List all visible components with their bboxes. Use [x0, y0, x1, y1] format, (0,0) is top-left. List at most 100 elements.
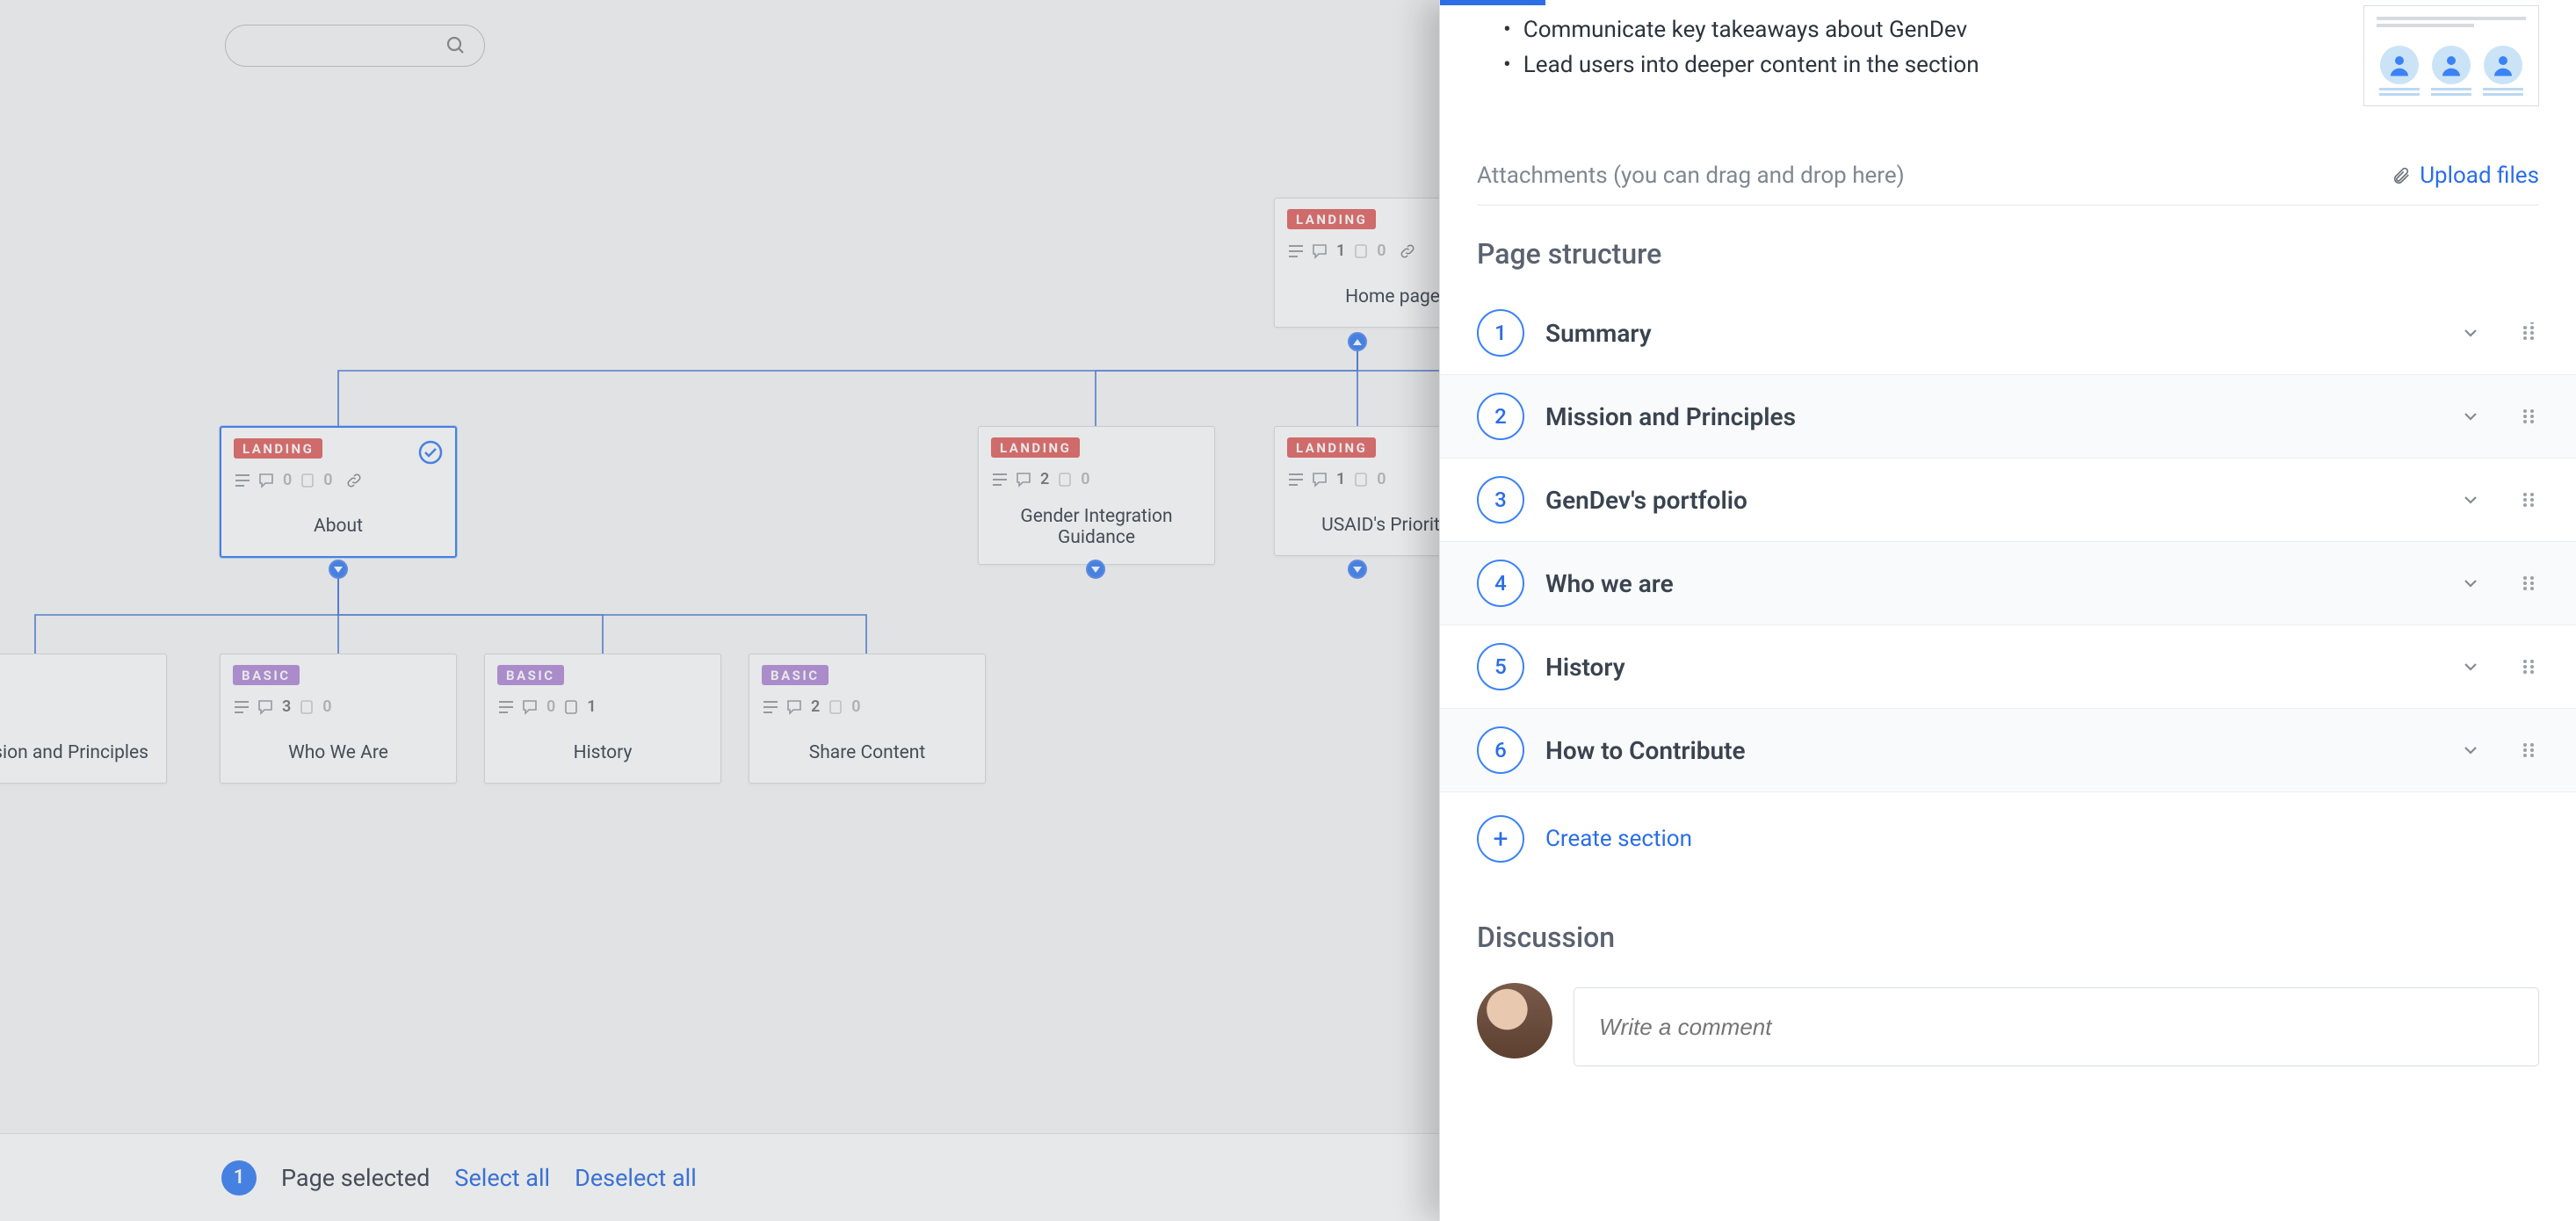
- node-history[interactable]: BASIC 0 1 History: [484, 654, 721, 784]
- search-input-wrap[interactable]: [225, 25, 485, 67]
- section-title: Summary: [1545, 319, 1652, 348]
- node-badge: BASIC: [762, 665, 829, 685]
- link-icon: [1399, 243, 1416, 259]
- chevron-down-icon[interactable]: [2460, 740, 2481, 761]
- attachment-count: 1: [587, 697, 596, 716]
- content-icon: [233, 699, 250, 715]
- node-share-content[interactable]: BASIC 2 0 Share Content: [749, 654, 986, 784]
- drag-handle-icon[interactable]: [2518, 740, 2539, 761]
- goal-item: Lead users into deeper content in the se…: [1503, 47, 2363, 83]
- node-meta: 0 1: [485, 685, 720, 716]
- port-home-bottom[interactable]: [1348, 332, 1367, 351]
- person-icon: [2484, 46, 2522, 84]
- comments-icon: [1312, 243, 1329, 259]
- node-meta: 3 0: [221, 685, 456, 716]
- select-all-button[interactable]: Select all: [454, 1164, 550, 1192]
- section-number: 2: [1477, 393, 1524, 440]
- port-about-bottom[interactable]: [329, 560, 348, 579]
- section-number: 4: [1477, 560, 1524, 607]
- node-gender-integration[interactable]: LANDING 2 0 Gender Integration Guidance: [978, 426, 1215, 565]
- section-number: 5: [1477, 643, 1524, 690]
- deselect-all-button[interactable]: Deselect all: [575, 1164, 697, 1192]
- section-title: How to Contribute: [1545, 736, 1746, 765]
- section-number: 1: [1477, 309, 1524, 357]
- comments-count: 1: [1336, 470, 1345, 488]
- port-usaid-bottom[interactable]: [1348, 560, 1367, 579]
- node-who-we-are[interactable]: BASIC 3 0 Who We Are: [220, 654, 457, 784]
- chevron-down-icon[interactable]: [2460, 656, 2481, 677]
- attachment-count: 0: [322, 697, 331, 716]
- page-structure-heading: Page structure: [1440, 206, 2576, 292]
- selected-count-badge: 1: [221, 1160, 257, 1196]
- attachments-row[interactable]: Attachments (you can drag and drop here)…: [1477, 147, 2539, 206]
- comments-icon: [258, 473, 276, 488]
- create-section-button[interactable]: + Create section: [1440, 792, 2576, 885]
- content-icon: [991, 472, 1009, 488]
- comments-icon: [257, 699, 275, 715]
- port-gender-bottom[interactable]: [1086, 560, 1105, 579]
- section-number: 3: [1477, 476, 1524, 524]
- node-title: About: [221, 489, 455, 556]
- page-detail-panel: Communicate key takeaways about GenDev L…: [1439, 0, 2576, 1221]
- attachments-label: Attachments (you can drag and drop here): [1477, 163, 1905, 189]
- comments-count: 2: [1040, 470, 1049, 488]
- comment-input-wrap[interactable]: [1574, 987, 2539, 1066]
- section-row[interactable]: 1 Summary: [1440, 292, 2576, 375]
- drag-handle-icon[interactable]: [2518, 489, 2539, 510]
- node-badge: LANDING: [234, 438, 322, 459]
- attachment-icon: [299, 473, 316, 488]
- create-section-label: Create section: [1545, 826, 1692, 852]
- node-badge: BASIC: [497, 665, 564, 685]
- goal-item: Communicate key takeaways about GenDev: [1503, 12, 2363, 47]
- section-row[interactable]: 5 History: [1440, 625, 2576, 709]
- section-row[interactable]: 4 Who we are: [1440, 542, 2576, 625]
- link-icon: [345, 473, 363, 488]
- node-about[interactable]: LANDING 0 0 About: [220, 426, 457, 558]
- page-goals-list: Communicate key takeaways about GenDev L…: [1477, 12, 2363, 83]
- attachment-count: 0: [323, 471, 332, 489]
- section-title: History: [1545, 653, 1625, 682]
- content-icon: [1287, 472, 1305, 488]
- plus-icon: +: [1477, 815, 1524, 863]
- person-icon: [2432, 46, 2471, 84]
- node-meta: 2 0: [749, 685, 985, 716]
- node-title: ssion and Principles: [0, 716, 166, 783]
- comments-icon: [786, 699, 804, 715]
- drag-handle-icon[interactable]: [2518, 322, 2539, 343]
- comments-count: 0: [546, 697, 555, 716]
- node-badge: BASIC: [233, 665, 300, 685]
- comment-input[interactable]: [1599, 1014, 2514, 1041]
- section-row[interactable]: 6 How to Contribute: [1440, 709, 2576, 792]
- attachment-icon: [1352, 472, 1370, 488]
- chevron-down-icon[interactable]: [2460, 322, 2481, 343]
- chevron-down-icon[interactable]: [2460, 489, 2481, 510]
- content-icon: [497, 699, 515, 715]
- user-avatar[interactable]: [1477, 983, 1552, 1058]
- node-meta: 2 0: [979, 458, 1214, 488]
- node-title: Share Content: [749, 716, 985, 783]
- paperclip-icon: [2391, 166, 2411, 185]
- node-mission[interactable]: IC 3 0 ssion and Principles: [0, 654, 167, 784]
- section-row[interactable]: 3 GenDev's portfolio: [1440, 459, 2576, 542]
- comments-icon: [522, 699, 539, 715]
- content-icon: [762, 699, 779, 715]
- comments-count: 1: [1336, 242, 1345, 260]
- attachment-icon: [1056, 472, 1074, 488]
- section-title: Who we are: [1545, 569, 1674, 598]
- chevron-down-icon[interactable]: [2460, 573, 2481, 594]
- page-template-thumbnail[interactable]: [2363, 5, 2539, 106]
- attachment-icon: [1352, 243, 1370, 259]
- page-structure-list: 1 Summary 2 Mission and Principles 3 Gen…: [1440, 292, 2576, 792]
- drag-handle-icon[interactable]: [2518, 656, 2539, 677]
- chevron-down-icon[interactable]: [2460, 406, 2481, 427]
- upload-files-button[interactable]: Upload files: [2391, 163, 2539, 189]
- node-badge: LANDING: [1287, 209, 1376, 229]
- drag-handle-icon[interactable]: [2518, 406, 2539, 427]
- attachment-icon: [827, 699, 844, 715]
- search-icon: [445, 35, 467, 56]
- drag-handle-icon[interactable]: [2518, 573, 2539, 594]
- attachment-count: 0: [1377, 470, 1386, 488]
- comments-icon: [1312, 472, 1329, 488]
- section-row[interactable]: 2 Mission and Principles: [1440, 375, 2576, 459]
- person-icon: [2380, 46, 2419, 84]
